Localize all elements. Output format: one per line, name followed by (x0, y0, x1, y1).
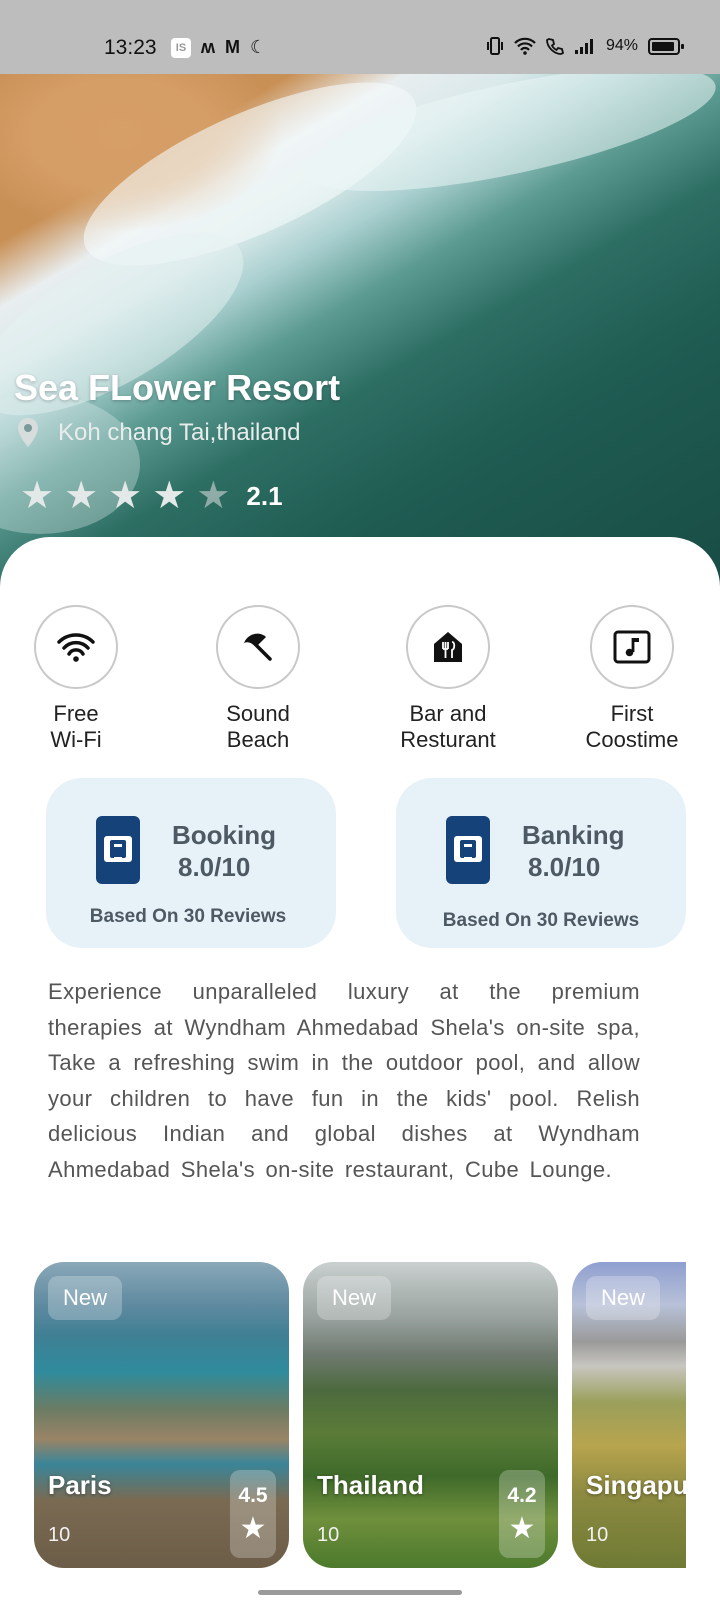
star-empty-icon: ★ (196, 475, 231, 517)
amenity-label: Sound Beach (226, 701, 290, 752)
call-icon (546, 38, 564, 55)
destination-count: 10 (586, 1524, 609, 1546)
destination-card-singapore[interactable]: New Singapu 10 (572, 1262, 686, 1568)
hero-image: Sea FLower Resort Koh chang Tai,thailand… (0, 74, 720, 594)
star-icon: ★ (239, 1512, 267, 1545)
home-indicator[interactable] (258, 1590, 462, 1595)
battery-icon (648, 37, 684, 55)
destination-rating: 4.2 ★ (499, 1470, 545, 1558)
new-badge: New (586, 1276, 660, 1320)
star-icon: ★ (108, 475, 143, 517)
amenity-sound-beach[interactable]: Sound Beach (196, 605, 320, 753)
resort-location: Koh chang Tai,thailand (16, 417, 300, 449)
destinations-carousel[interactable]: New Paris 10 4.5 ★ New Thailand 10 4.2 ★… (34, 1262, 686, 1568)
location-pin-icon (18, 418, 38, 447)
destination-count: 10 (48, 1524, 71, 1546)
star-icon: ★ (64, 475, 99, 517)
review-card-banking[interactable]: Banking 8.0/10 Based On 30 Reviews (396, 778, 686, 948)
destination-name: Paris (48, 1470, 112, 1500)
resort-title: Sea FLower Resort (14, 367, 341, 408)
new-badge: New (48, 1276, 122, 1320)
star-icon: ★ (152, 475, 187, 517)
review-note: Based On 30 Reviews (89, 906, 287, 927)
restaurant-icon (434, 632, 462, 662)
destination-card-paris[interactable]: New Paris 10 4.5 ★ (34, 1262, 289, 1568)
new-badge: New (317, 1276, 391, 1320)
destination-rating: 4.5 ★ (230, 1470, 276, 1558)
amenity-free-wifi[interactable]: Free Wi-Fi (18, 605, 134, 753)
ticket-icon (96, 816, 140, 884)
battery-percent: 94% (605, 37, 638, 54)
review-title: Booking (172, 820, 276, 850)
amenity-icon-circle[interactable] (34, 605, 118, 689)
gmail-icon: M (225, 37, 241, 57)
amenity-label: Bar and Resturant (400, 701, 496, 752)
amenity-icon-circle[interactable] (590, 605, 674, 689)
star-icon: ★ (20, 475, 55, 517)
star-rating: ★ ★ ★ ★ ★ 2.1 (20, 477, 283, 515)
review-title: Banking (522, 820, 625, 850)
amenity-bar-restaurant[interactable]: Bar and Resturant (386, 605, 510, 753)
app-badge-icon: IS (171, 37, 191, 58)
status-time: 13:23 (104, 36, 157, 59)
amenity-label: First Coostime (585, 701, 679, 752)
review-score: 8.0/10 (178, 852, 251, 882)
ticket-icon (446, 816, 490, 884)
destination-card-thailand[interactable]: New Thailand 10 4.2 ★ (303, 1262, 558, 1568)
moon-icon: ☾ (250, 37, 267, 57)
notification-icons: IS ʍ M ☾ (171, 37, 266, 58)
music-note-icon (613, 630, 651, 664)
wifi-icon (57, 633, 95, 662)
destination-name: Singapu (586, 1470, 686, 1500)
wifi-status-icon (514, 37, 536, 55)
amenity-label: Free Wi-Fi (50, 701, 102, 752)
amenity-icon-circle[interactable] (216, 605, 300, 689)
destination-count: 10 (317, 1524, 340, 1546)
rating-value: 4.2 (507, 1484, 537, 1507)
review-card-booking[interactable]: Booking 8.0/10 Based On 30 Reviews (46, 778, 336, 948)
destination-name: Thailand (317, 1470, 424, 1500)
amenity-icon-circle[interactable] (406, 605, 490, 689)
signal-icon (574, 39, 593, 54)
app-m-icon: ʍ (201, 37, 216, 57)
amenity-first-coostime[interactable]: First Coostime (570, 605, 694, 753)
star-icon: ★ (508, 1512, 536, 1545)
resort-description: Experience unparalleled luxury at the pr… (48, 979, 640, 1182)
vibrate-icon (486, 37, 503, 55)
status-bar: 13:23 IS ʍ M ☾ 94% (0, 0, 720, 74)
rating-value: 2.1 (246, 480, 283, 511)
review-score: 8.0/10 (528, 852, 601, 882)
beach-umbrella-icon (244, 633, 272, 661)
review-note: Based On 30 Reviews (442, 910, 640, 931)
rating-value: 4.5 (238, 1484, 268, 1507)
system-icons: 94% (486, 36, 684, 56)
location-text: Koh chang Tai,thailand (58, 419, 301, 446)
